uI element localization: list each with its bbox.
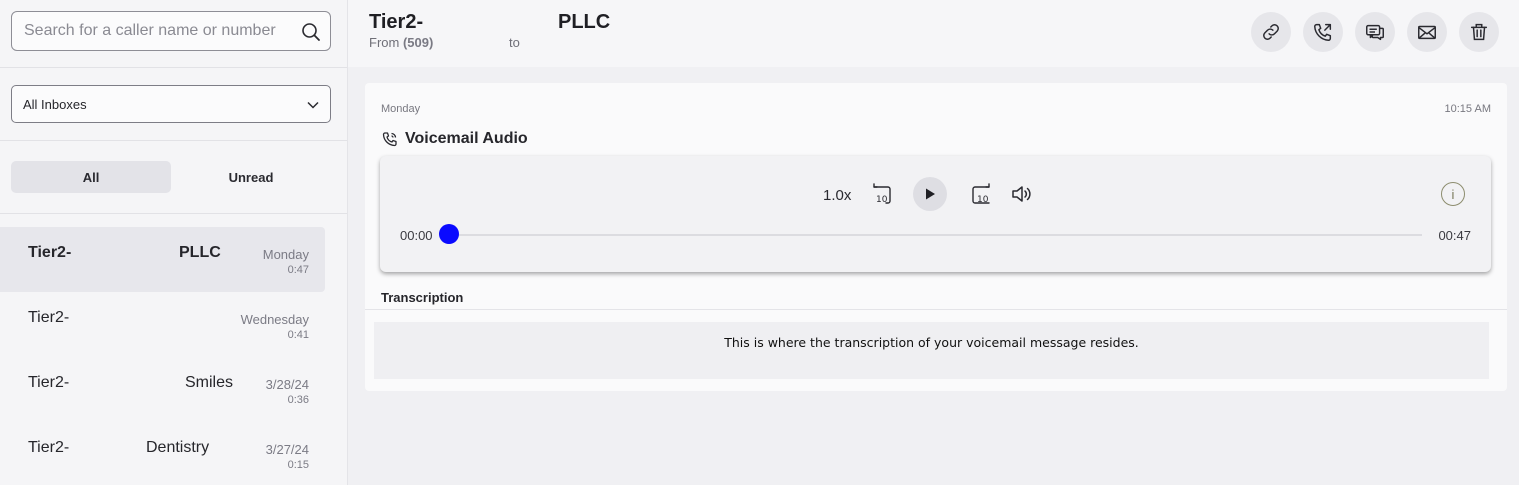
chevron-down-icon <box>307 101 319 109</box>
list-item[interactable]: Tier2- Smiles 3/28/24 0:36 <box>0 357 325 422</box>
forward-10-icon[interactable]: 10 <box>969 182 993 206</box>
message-date: Wednesday <box>240 312 309 327</box>
message-duration: 0:41 <box>287 329 309 341</box>
list-item[interactable]: Tier2- PLLC Monday 0:47 <box>0 227 325 292</box>
current-time: 00:00 <box>400 228 433 243</box>
message-date: Monday <box>262 247 309 262</box>
search-box[interactable] <box>11 11 331 51</box>
svg-text:10: 10 <box>876 195 888 205</box>
inbox-select-value: All Inboxes <box>23 96 87 112</box>
play-button[interactable] <box>913 177 947 211</box>
call-back-icon <box>1314 23 1332 41</box>
info-icon: i <box>1451 186 1455 202</box>
divider <box>365 309 1507 310</box>
send-message-button[interactable] <box>1355 12 1395 52</box>
audio-player: 1.0x 10 10 i 00:00 00:47 <box>380 156 1491 272</box>
page-title: Tier2- <box>369 11 424 33</box>
email-button[interactable] <box>1407 12 1447 52</box>
inbox-select[interactable]: All Inboxes <box>11 85 331 123</box>
voicemail-list: Tier2- PLLC Monday 0:47 Tier2- Wednesday… <box>0 227 325 485</box>
message-icon <box>1366 24 1384 41</box>
caller-org: PLLC <box>179 244 221 261</box>
transcription-text: This is where the transcription of your … <box>724 335 1139 350</box>
trash-icon <box>1470 23 1488 41</box>
from-number: (509) <box>402 35 434 50</box>
copy-link-button[interactable] <box>1251 12 1291 52</box>
link-icon <box>1263 24 1279 40</box>
progress-track[interactable] <box>446 234 1422 236</box>
voicemail-phone-icon <box>382 132 397 147</box>
voicemail-audio-title: Voicemail Audio <box>405 130 528 147</box>
play-icon <box>926 188 935 200</box>
caller-name: Tier2- <box>28 309 70 326</box>
message-date: 3/27/24 <box>265 442 309 457</box>
email-icon <box>1418 25 1436 40</box>
call-back-button[interactable] <box>1303 12 1343 52</box>
message-day: Monday <box>381 103 421 115</box>
list-item[interactable]: Tier2- Dentistry 3/27/24 0:15 <box>0 422 325 485</box>
search-icon[interactable] <box>301 22 321 42</box>
caller-org: Dentistry <box>146 439 210 456</box>
voicemail-header: Tier2- PLLC From (509) to <box>348 0 1519 67</box>
caller-name: Tier2- <box>28 439 70 456</box>
filter-tabs: All Unread <box>11 161 331 193</box>
divider <box>0 140 347 141</box>
tab-all[interactable]: All <box>11 161 171 193</box>
from-line: From (509) <box>369 35 433 50</box>
caller-name: Tier2- <box>28 244 72 261</box>
message-time: 10:15 AM <box>1444 103 1491 115</box>
sidebar: All Inboxes All Unread Tier2- PLLC Monda… <box>0 0 348 485</box>
transcription-label: Transcription <box>381 290 464 305</box>
total-time: 00:47 <box>1438 228 1471 243</box>
info-button[interactable]: i <box>1441 182 1465 206</box>
message-duration: 0:15 <box>287 459 309 471</box>
transcription-box: This is where the transcription of your … <box>374 322 1489 379</box>
rewind-10-icon[interactable]: 10 <box>870 182 894 206</box>
header-actions <box>1251 12 1499 52</box>
playback-speed-button[interactable]: 1.0x <box>823 187 851 204</box>
divider <box>0 67 347 68</box>
delete-button[interactable] <box>1459 12 1499 52</box>
list-item[interactable]: Tier2- Wednesday 0:41 <box>0 292 325 357</box>
svg-text:10: 10 <box>977 195 989 205</box>
tab-unread[interactable]: Unread <box>171 161 331 193</box>
voicemail-card: Monday 10:15 AM Voicemail Audio 1.0x 10 … <box>365 83 1507 391</box>
from-label: From <box>369 35 400 50</box>
page-title-org: PLLC <box>558 11 611 33</box>
divider <box>0 213 347 214</box>
progress-thumb[interactable] <box>439 224 459 244</box>
message-duration: 0:47 <box>287 264 309 276</box>
caller-org: Smiles <box>185 374 234 391</box>
search-input[interactable] <box>12 22 292 40</box>
volume-icon[interactable] <box>1009 182 1033 206</box>
message-duration: 0:36 <box>287 394 309 406</box>
to-label: to <box>509 35 520 50</box>
caller-name: Tier2- <box>28 374 70 391</box>
message-date: 3/28/24 <box>265 377 309 392</box>
